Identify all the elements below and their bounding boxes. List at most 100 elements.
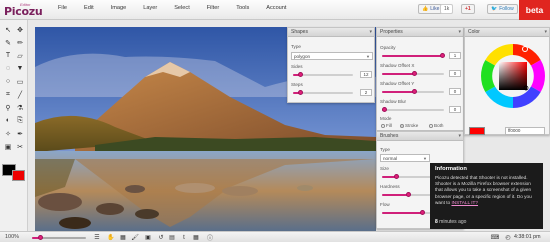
brushes-panel-header[interactable]: Brushes ▾ — [377, 132, 463, 141]
shape-type-label: Type — [291, 44, 301, 49]
background-color-swatch[interactable] — [12, 170, 25, 181]
brush-icon[interactable]: 🖌 — [131, 234, 139, 241]
hardness-label: Hardness — [380, 184, 400, 189]
menu-bar: Picozu Editor File Edit Image Layer Sele… — [0, 0, 550, 20]
pen-icon[interactable]: ✒ — [15, 129, 25, 138]
panel-collapse-icon[interactable]: ▾ — [544, 28, 547, 37]
panel-collapse-icon[interactable]: ▾ — [458, 28, 461, 37]
info-icon[interactable]: ⓘ — [206, 234, 214, 242]
brush-type-label: Type — [380, 147, 390, 152]
line-icon[interactable]: ╱ — [15, 90, 25, 99]
scissors-icon[interactable]: ✂ — [15, 142, 25, 151]
sides-slider[interactable] — [293, 72, 353, 77]
shadow-offset-x-label: Shadow Offset X — [380, 63, 415, 68]
keyboard-icon[interactable]: ⌨ — [491, 234, 500, 241]
brush-size-slider[interactable] — [382, 174, 432, 179]
chevron-down-icon: ▼ — [423, 156, 427, 161]
properties-panel-header[interactable]: Properties ▾ — [377, 28, 463, 37]
clone-icon[interactable]: ⎘ — [15, 116, 25, 125]
zoom-icon[interactable]: ⚲ — [3, 103, 13, 112]
steps-value[interactable]: 2 — [360, 89, 372, 96]
chevron-down-icon: ▼ — [366, 54, 370, 59]
google-plus-button[interactable]: +1 — [461, 4, 475, 14]
mode-fill-radio[interactable]: Fill — [381, 123, 392, 128]
steps-label: Steps — [291, 82, 303, 87]
image-icon[interactable]: ▣ — [3, 142, 13, 151]
wand-icon[interactable]: ✧ — [3, 129, 13, 138]
menu-select[interactable]: Select — [174, 5, 190, 11]
menu-layer[interactable]: Layer — [143, 5, 157, 11]
clock-time: 4:38:01 pm — [514, 234, 541, 240]
menu-filter[interactable]: Filter — [207, 5, 219, 11]
menu-file[interactable]: File — [58, 5, 67, 11]
select-icon[interactable]: ↖ — [3, 25, 13, 34]
crop-icon[interactable]: ⌗ — [3, 90, 13, 99]
rect-icon[interactable]: ▭ — [15, 77, 25, 86]
app-logo[interactable]: Picozu Editor — [4, 2, 43, 19]
pencil-icon[interactable]: ✏ — [15, 38, 25, 47]
twitter-follow-button[interactable]: 🐦 Follow — [487, 4, 518, 14]
brush-type-select[interactable]: normal ▼ — [380, 154, 430, 162]
install-link[interactable]: INSTALL IT? — [451, 200, 478, 205]
panel-collapse-icon[interactable]: ▾ — [369, 28, 372, 37]
toolbox: ↖ ✥ ✎ ✏ T ▱ ◌ ▼ ○ ▭ ⌗ ╱ ⚲ ⚗ ◐ ⎘ ✧ ✒ ▣ ✂ — [0, 20, 28, 231]
image-icon[interactable]: ▣ — [144, 234, 152, 241]
eraser-icon[interactable]: ▱ — [15, 51, 25, 60]
blur-icon[interactable]: ◐ — [3, 116, 13, 125]
sides-label: Sides — [291, 64, 303, 69]
shapes-panel: Shapes ▾ Type polygon ▼ Sides 12 Steps 2 — [287, 27, 375, 103]
hex-color-input[interactable]: ff0000 — [505, 127, 545, 135]
move-icon[interactable]: ✥ — [15, 25, 25, 34]
opacity-slider[interactable] — [382, 53, 445, 58]
mode-both-radio[interactable]: Both — [429, 123, 443, 128]
flow-slider[interactable] — [382, 210, 432, 215]
brush-icon[interactable]: ✎ — [3, 38, 13, 47]
shadow-offset-x-value[interactable]: 0 — [449, 70, 461, 77]
shape-type-select[interactable]: polygon ▼ — [291, 52, 373, 60]
info-body: Picozu detected that Shooter is not inst… — [435, 175, 532, 205]
sides-value[interactable]: 12 — [360, 71, 372, 78]
current-color-swatch[interactable] — [469, 127, 485, 135]
shadow-blur-value[interactable]: 0 — [449, 106, 461, 113]
menu-edit[interactable]: Edit — [84, 5, 94, 11]
lasso-icon[interactable]: ◌ — [3, 64, 13, 73]
lock-icon[interactable]: ▤ — [168, 234, 176, 241]
beta-badge: beta — [519, 0, 550, 20]
info-title: Information — [435, 166, 467, 172]
grid-small-icon[interactable]: ▦ — [192, 234, 200, 241]
grid-icon[interactable]: ▦ — [119, 234, 127, 241]
twitter-icon[interactable]: t — [180, 234, 188, 241]
shadow-blur-slider[interactable] — [382, 107, 444, 112]
zoom-slider[interactable] — [32, 235, 86, 240]
radio-on-icon — [400, 123, 404, 128]
shadow-offset-y-value[interactable]: 0 — [449, 88, 461, 95]
menu-tools[interactable]: Tools — [236, 5, 249, 11]
menu-image[interactable]: Image — [111, 5, 127, 11]
radio-off-icon — [429, 123, 433, 128]
info-timestamp: 8 minutes ago — [435, 219, 467, 225]
fill-icon[interactable]: ▼ — [15, 64, 25, 73]
eyedropper-icon[interactable]: ⚗ — [15, 103, 25, 112]
text-icon[interactable]: T — [3, 51, 13, 60]
hardness-slider[interactable] — [382, 192, 432, 197]
color-panel-header[interactable]: Color ▾ — [465, 28, 549, 37]
panel-collapse-icon[interactable]: ▾ — [458, 132, 461, 141]
ellipse-icon[interactable]: ○ — [3, 77, 13, 86]
steps-slider[interactable] — [293, 90, 353, 95]
hand-icon[interactable]: ✋ — [107, 234, 115, 241]
layers-icon[interactable]: ☰ — [93, 234, 101, 241]
shadow-offset-y-slider[interactable] — [382, 89, 444, 94]
zoom-level: 100% — [5, 234, 20, 240]
menu-account[interactable]: Account — [266, 5, 286, 11]
shadow-offset-x-slider[interactable] — [382, 71, 444, 76]
history-icon[interactable]: ↺ — [157, 234, 165, 241]
color-wheel[interactable] — [479, 42, 547, 110]
flow-label: Flow — [380, 202, 390, 207]
shapes-panel-header[interactable]: Shapes ▾ — [288, 28, 374, 37]
shadow-offset-y-label: Shadow Offset Y — [380, 81, 415, 86]
status-bar: 100% ☰ ✋ ▦ 🖌 ▣ ↺ ▤ t ▦ ⓘ ⌨ ◴ 4:38:01 pm — [0, 231, 550, 242]
properties-panel: Properties ▾ Opacity 1 Shadow Offset X 0… — [376, 27, 464, 131]
mode-stroke-radio[interactable]: Stroke — [400, 123, 418, 128]
opacity-value[interactable]: 1 — [449, 52, 461, 59]
like-count: 1k — [440, 4, 454, 14]
